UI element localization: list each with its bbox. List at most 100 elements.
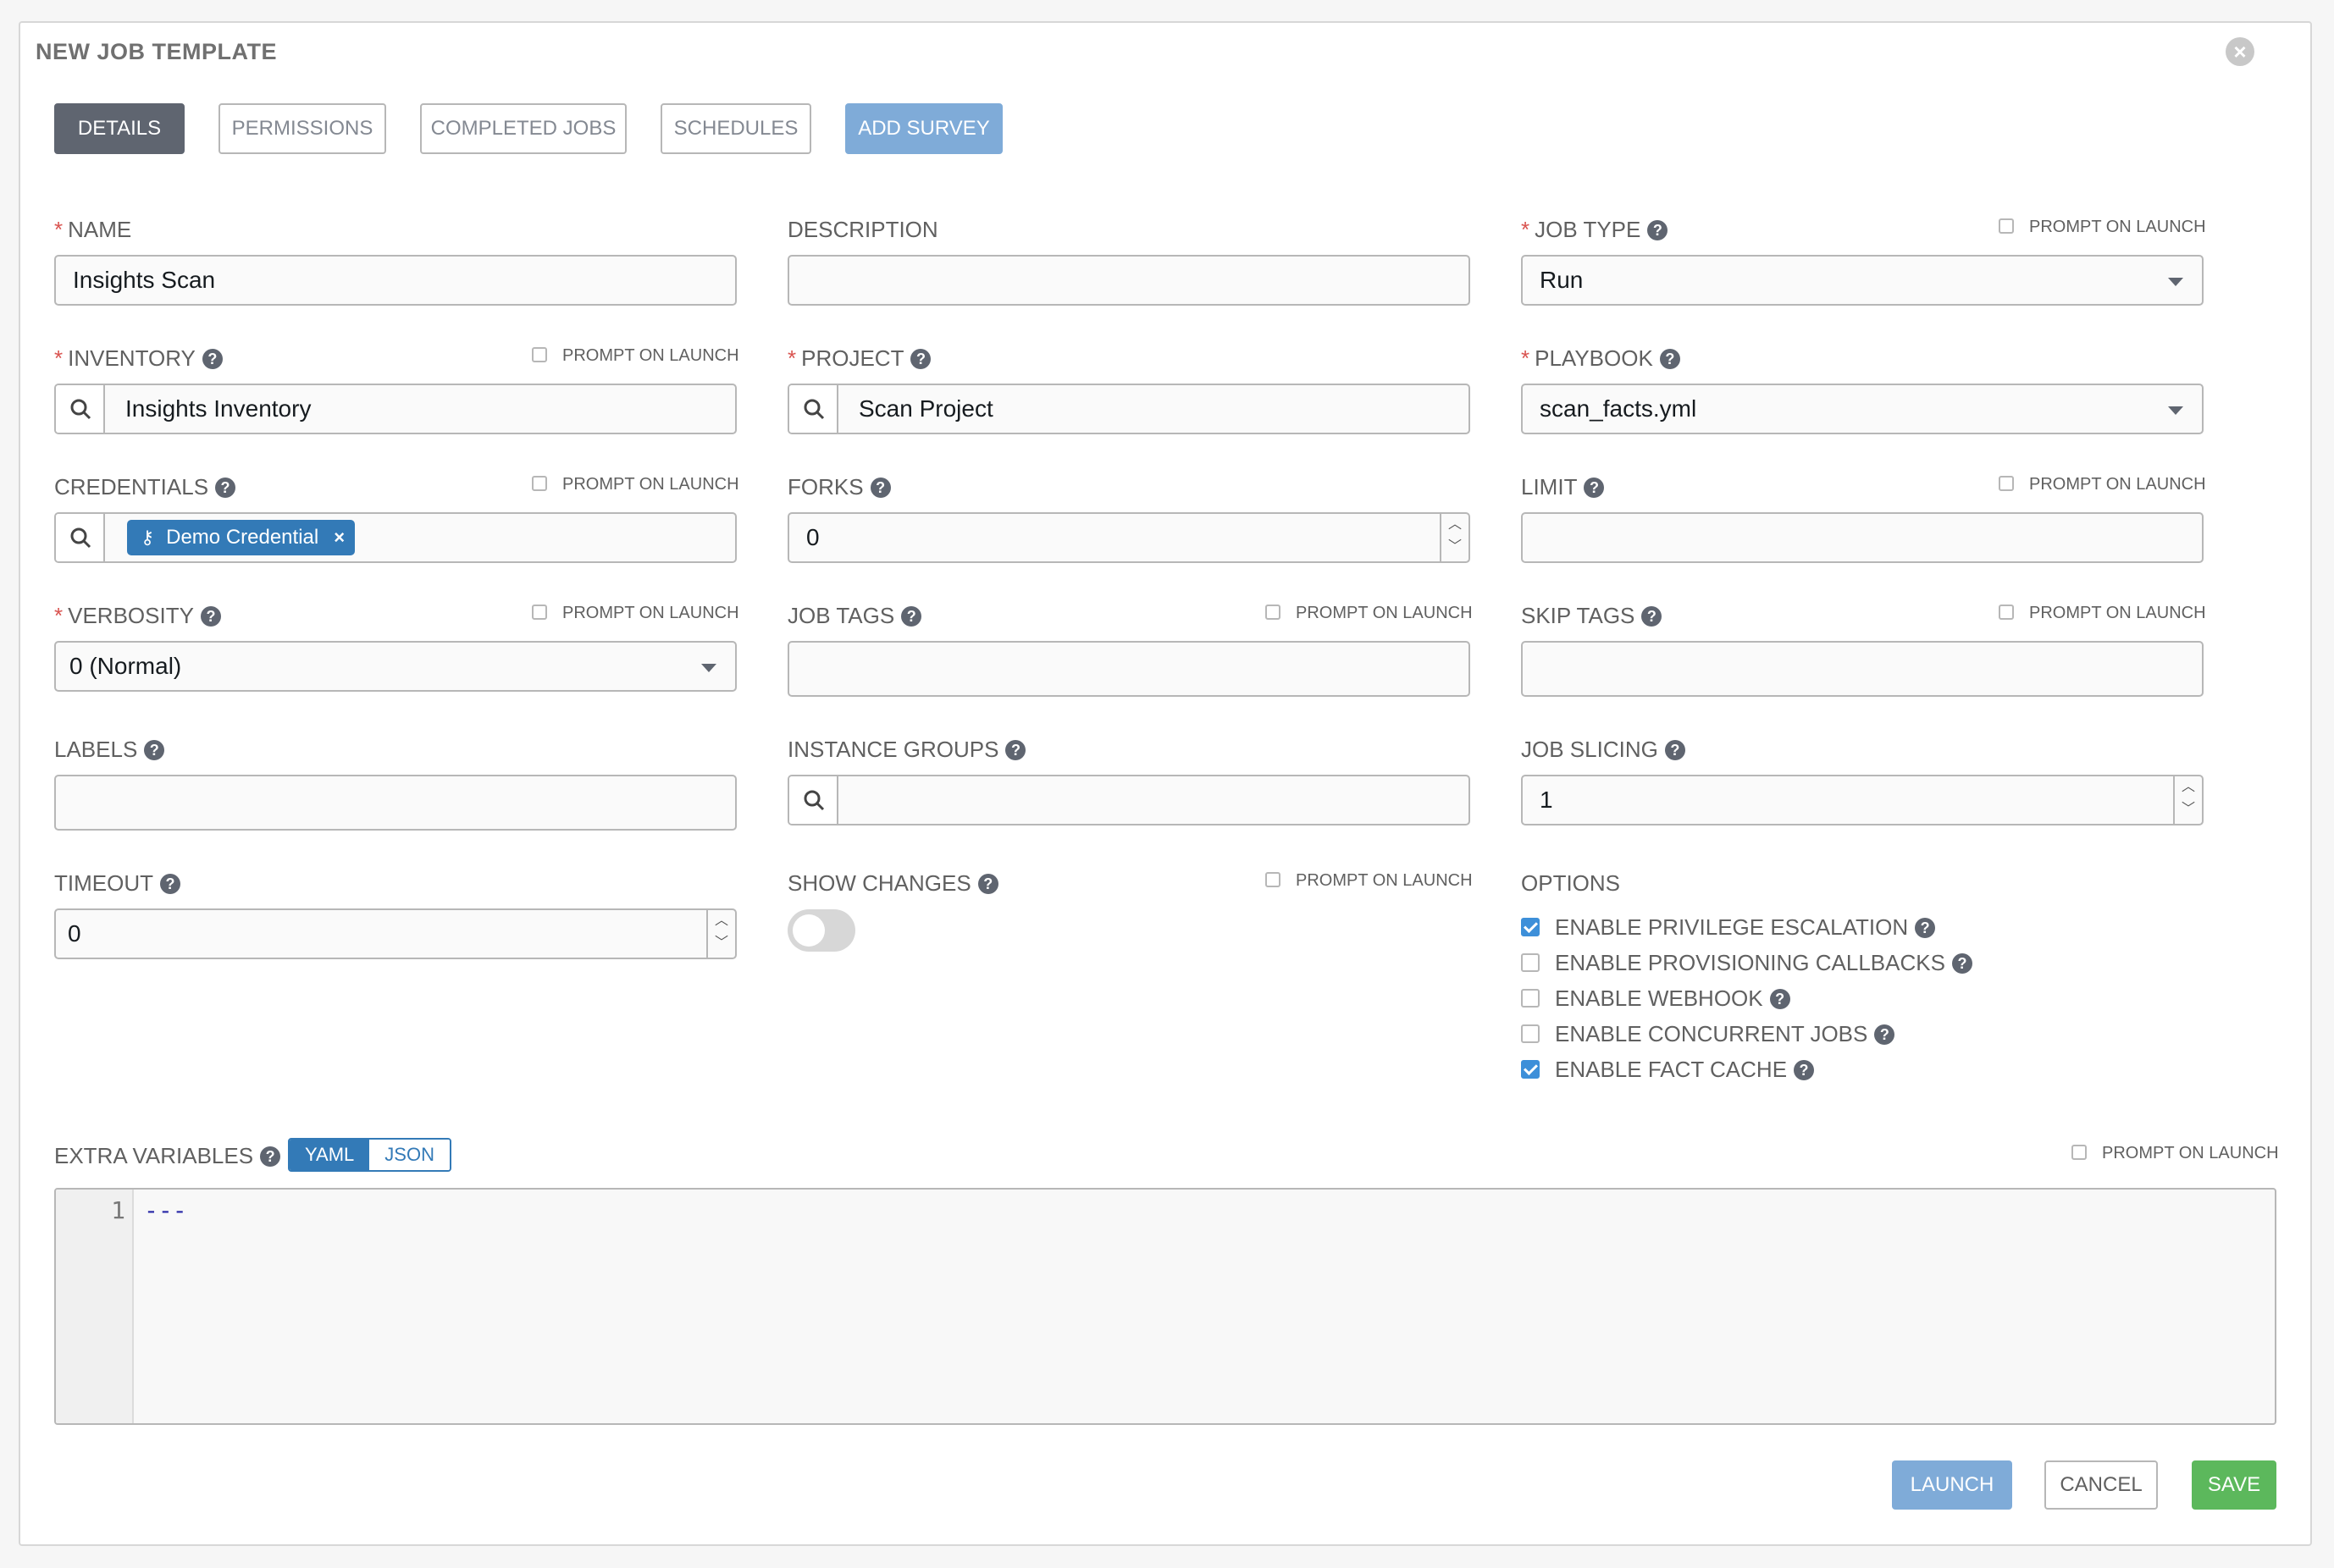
checkbox-icon[interactable] — [532, 347, 547, 362]
launch-button[interactable]: LAUNCH — [1892, 1460, 2012, 1510]
toggle-knob — [793, 914, 825, 947]
help-icon[interactable]: ? — [1664, 740, 1685, 760]
save-button[interactable]: SAVE — [2192, 1460, 2276, 1510]
limit-prompt-on-launch[interactable]: PROMPT ON LAUNCH — [1999, 474, 2206, 494]
verbosity-prompt-on-launch[interactable]: PROMPT ON LAUNCH — [532, 603, 739, 623]
help-icon[interactable]: ? — [901, 606, 922, 627]
checkbox-icon[interactable] — [1265, 605, 1280, 620]
help-icon[interactable]: ? — [260, 1146, 281, 1167]
show-changes-label: SHOW CHANGES? — [788, 870, 998, 896]
help-icon[interactable]: ? — [1641, 606, 1662, 627]
forks-input[interactable]: 0 ︿ ﹀ — [788, 512, 1470, 563]
timeout-label: TIMEOUT? — [54, 870, 180, 896]
yaml-mode-button[interactable]: YAML — [290, 1140, 370, 1170]
checkbox-icon[interactable] — [1999, 218, 2014, 234]
search-icon — [804, 790, 825, 811]
add-survey-button[interactable]: ADD SURVEY — [845, 103, 1003, 154]
job-slicing-input[interactable]: 1 ︿ ﹀ — [1521, 775, 2204, 825]
option-webhook[interactable]: ENABLE WEBHOOK? — [1521, 986, 1790, 1011]
search-button[interactable] — [789, 385, 838, 433]
search-button[interactable] — [789, 776, 838, 824]
help-icon[interactable]: ? — [870, 478, 891, 498]
search-button[interactable] — [56, 514, 105, 561]
close-icon[interactable]: × — [2226, 37, 2254, 66]
labels-input[interactable] — [54, 775, 737, 831]
job-type-select[interactable]: Run — [1521, 255, 2204, 306]
checkbox-icon[interactable] — [532, 476, 547, 491]
remove-credential-icon[interactable]: × — [334, 527, 345, 548]
editor-gutter: 1 — [56, 1190, 134, 1423]
project-lookup[interactable]: Scan Project — [788, 384, 1470, 434]
format-toggle: YAML JSON — [288, 1138, 451, 1172]
help-icon[interactable]: ? — [1874, 1024, 1895, 1045]
help-icon[interactable]: ? — [202, 349, 223, 369]
show-changes-prompt-on-launch[interactable]: PROMPT ON LAUNCH — [1265, 870, 1473, 891]
job-type-prompt-on-launch[interactable]: PROMPT ON LAUNCH — [1999, 217, 2206, 237]
help-icon[interactable]: ? — [1647, 220, 1668, 240]
checkbox-icon[interactable] — [1521, 1024, 1540, 1043]
instance-groups-lookup[interactable] — [788, 775, 1470, 825]
search-icon — [70, 399, 91, 420]
timeout-input[interactable]: 0 ︿ ﹀ — [54, 908, 737, 959]
skip-tags-input[interactable] — [1521, 641, 2204, 697]
tab-details[interactable]: DETAILS — [54, 103, 185, 154]
help-icon[interactable]: ? — [200, 606, 221, 627]
inventory-lookup[interactable]: Insights Inventory — [54, 384, 737, 434]
help-icon[interactable]: ? — [1915, 918, 1936, 938]
tab-completed-jobs[interactable]: COMPLETED JOBS — [420, 103, 627, 154]
forks-label: FORKS? — [788, 474, 891, 500]
help-icon[interactable]: ? — [1951, 953, 1972, 974]
skip-tags-prompt-on-launch[interactable]: PROMPT ON LAUNCH — [1999, 603, 2206, 623]
help-icon[interactable]: ? — [160, 874, 180, 894]
checkbox-icon[interactable] — [532, 605, 547, 620]
job-slicing-stepper[interactable]: ︿ ﹀ — [2173, 776, 2202, 824]
credentials-lookup[interactable]: ⚷ Demo Credential × — [54, 512, 737, 563]
job-slicing-label: JOB SLICING? — [1521, 737, 1685, 762]
option-concurrent-jobs[interactable]: ENABLE CONCURRENT JOBS? — [1521, 1021, 1895, 1046]
option-privilege-escalation[interactable]: ENABLE PRIVILEGE ESCALATION? — [1521, 914, 1936, 940]
checkbox-icon[interactable] — [1521, 953, 1540, 972]
name-input[interactable]: Insights Scan — [54, 255, 737, 306]
playbook-select[interactable]: scan_facts.yml — [1521, 384, 2204, 434]
cancel-button[interactable]: CANCEL — [2044, 1460, 2158, 1510]
inventory-prompt-on-launch[interactable]: PROMPT ON LAUNCH — [532, 345, 739, 366]
job-tags-prompt-on-launch[interactable]: PROMPT ON LAUNCH — [1265, 603, 1473, 623]
help-icon[interactable]: ? — [1794, 1060, 1815, 1080]
editor-content[interactable]: --- — [144, 1196, 187, 1224]
help-icon[interactable]: ? — [1584, 478, 1605, 498]
help-icon[interactable]: ? — [144, 740, 165, 760]
job-type-label: * JOB TYPE? — [1521, 217, 1668, 242]
checkbox-icon[interactable] — [1521, 1060, 1540, 1079]
help-icon[interactable]: ? — [215, 478, 236, 498]
inventory-value: Insights Inventory — [125, 395, 312, 422]
show-changes-toggle[interactable] — [788, 909, 855, 952]
search-button[interactable] — [56, 385, 105, 433]
help-icon[interactable]: ? — [977, 874, 998, 894]
checkbox-icon[interactable] — [1521, 989, 1540, 1008]
option-provisioning-callbacks[interactable]: ENABLE PROVISIONING CALLBACKS? — [1521, 950, 1972, 975]
help-icon[interactable]: ? — [1769, 989, 1790, 1009]
tab-schedules[interactable]: SCHEDULES — [661, 103, 811, 154]
checkbox-icon[interactable] — [1265, 872, 1280, 887]
extra-variables-editor[interactable]: 1 --- — [54, 1188, 2276, 1425]
checkbox-icon[interactable] — [1999, 476, 2014, 491]
credentials-prompt-on-launch[interactable]: PROMPT ON LAUNCH — [532, 474, 739, 494]
description-input[interactable] — [788, 255, 1470, 306]
verbosity-select[interactable]: 0 (Normal) — [54, 641, 737, 692]
extra-variables-prompt-on-launch[interactable]: PROMPT ON LAUNCH — [2071, 1143, 2279, 1163]
help-icon[interactable]: ? — [1005, 740, 1026, 760]
limit-input[interactable] — [1521, 512, 2204, 563]
checkbox-icon[interactable] — [1521, 918, 1540, 936]
chevron-down-icon — [2168, 406, 2183, 415]
help-icon[interactable]: ? — [910, 349, 932, 369]
job-tags-input[interactable] — [788, 641, 1470, 697]
help-icon[interactable]: ? — [1659, 349, 1680, 369]
json-mode-button[interactable]: JSON — [369, 1140, 450, 1170]
checkbox-icon[interactable] — [2071, 1145, 2087, 1160]
credential-chip: ⚷ Demo Credential × — [127, 520, 356, 555]
tab-permissions[interactable]: PERMISSIONS — [218, 103, 386, 154]
option-fact-cache[interactable]: ENABLE FACT CACHE? — [1521, 1057, 1815, 1082]
timeout-stepper[interactable]: ︿ ﹀ — [706, 910, 735, 958]
forks-stepper[interactable]: ︿ ﹀ — [1440, 514, 1468, 561]
checkbox-icon[interactable] — [1999, 605, 2014, 620]
